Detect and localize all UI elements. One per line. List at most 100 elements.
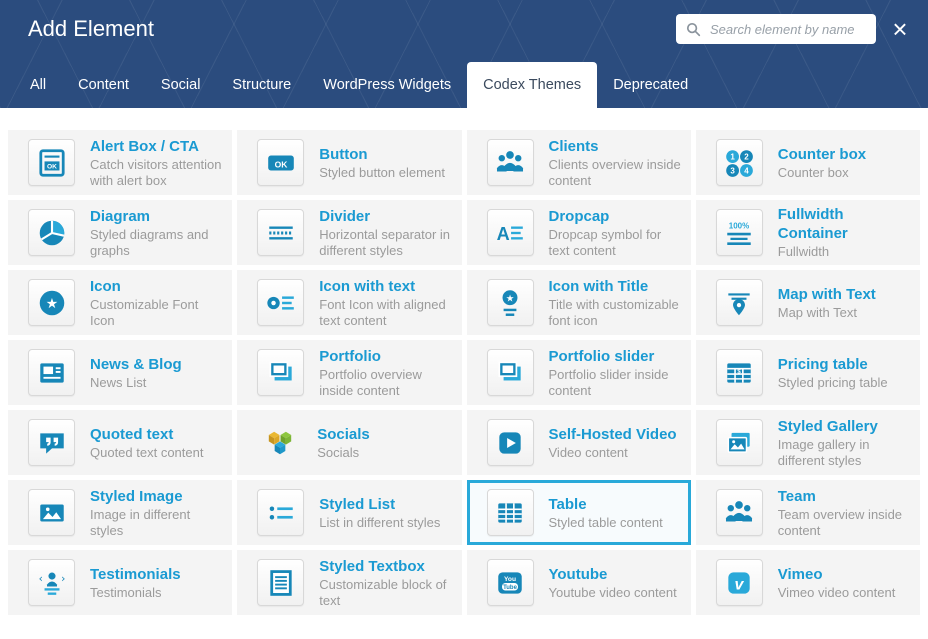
element-title: Clients <box>549 137 685 156</box>
element-title: Table <box>549 495 663 514</box>
element-title: Styled Image <box>90 487 226 506</box>
element-title: Self-Hosted Video <box>549 425 677 444</box>
element-description: Font Icon with aligned text content <box>319 297 455 329</box>
element-card-text: Map with TextMap with Text <box>778 285 882 321</box>
element-card-counter-box[interactable]: 1234Counter boxCounter box <box>696 130 920 195</box>
element-title: Icon with Title <box>549 277 685 296</box>
element-card-text: News & BlogNews List <box>90 355 188 391</box>
element-card-icon[interactable]: ★IconCustomizable Font Icon <box>8 270 232 335</box>
element-card-self-hosted-video[interactable]: Self-Hosted VideoVideo content <box>467 410 691 475</box>
element-card-pricing-table[interactable]: $Pricing tableStyled pricing table <box>696 340 920 405</box>
icon-with-title-icon: ★ <box>487 279 534 326</box>
element-card-news-blog[interactable]: News & BlogNews List <box>8 340 232 405</box>
tab-deprecated[interactable]: Deprecated <box>597 62 704 108</box>
element-title: Youtube <box>549 565 677 584</box>
socials-cubes-icon <box>257 420 302 465</box>
tab-bar: AllContentSocialStructureWordPress Widge… <box>14 62 704 108</box>
element-card-icon-with-title[interactable]: ★ Icon with TitleTitle with customizable… <box>467 270 691 335</box>
element-description: Customizable Font Icon <box>90 297 226 329</box>
element-title: Dropcap <box>549 207 685 226</box>
tab-wordpress-widgets[interactable]: WordPress Widgets <box>307 62 467 108</box>
element-description: Quoted text content <box>90 445 203 461</box>
tab-codex-themes[interactable]: Codex Themes <box>467 62 597 108</box>
element-title: Team <box>778 487 914 506</box>
play-button-icon <box>487 419 534 466</box>
element-description: Styled diagrams and graphs <box>90 227 226 259</box>
vimeo-logo-icon: v <box>716 559 763 606</box>
close-icon[interactable]: × <box>884 13 916 45</box>
svg-text:A: A <box>497 223 510 243</box>
element-title: Icon with text <box>319 277 455 296</box>
element-description: Vimeo video content <box>778 585 896 601</box>
element-card-text: ClientsClients overview inside content <box>549 137 691 189</box>
dropcap-letter-icon: A <box>487 209 534 256</box>
svg-text:100%: 100% <box>729 221 749 230</box>
svg-text:›: › <box>61 571 65 584</box>
svg-text:‹: ‹ <box>38 571 42 584</box>
element-card-portfolio-slider[interactable]: Portfolio sliderPortfolio slider inside … <box>467 340 691 405</box>
svg-text:1: 1 <box>731 152 736 161</box>
element-description: Socials <box>317 445 370 461</box>
element-card-testimonials[interactable]: ‹›TestimonialsTestimonials <box>8 550 232 615</box>
element-card-text: DropcapDropcap symbol for text content <box>549 207 691 259</box>
element-title: Button <box>319 145 445 164</box>
element-card-diagram[interactable]: DiagramStyled diagrams and graphs <box>8 200 232 265</box>
element-description: Youtube video content <box>549 585 677 601</box>
element-description: News List <box>90 375 182 391</box>
counter-numbers-icon: 1234 <box>716 139 763 186</box>
element-card-text: ButtonStyled button element <box>319 145 451 181</box>
element-description: Fullwidth <box>778 244 914 260</box>
search-icon <box>686 22 701 37</box>
element-description: Image gallery in different styles <box>778 437 914 469</box>
element-card-styled-gallery[interactable]: Styled GalleryImage gallery in different… <box>696 410 920 475</box>
svg-text:★: ★ <box>506 293 515 304</box>
element-card-button[interactable]: OKButtonStyled button element <box>237 130 461 195</box>
element-card-quoted-text[interactable]: Quoted textQuoted text content <box>8 410 232 475</box>
bullet-list-icon <box>257 489 304 536</box>
svg-text:Tube: Tube <box>503 584 517 590</box>
element-card-text: Styled ListList in different styles <box>319 495 446 531</box>
tab-content[interactable]: Content <box>62 62 145 108</box>
element-card-fullwidth-container[interactable]: 100% Fullwidth ContainerFullwidth <box>696 200 920 265</box>
tab-social[interactable]: Social <box>145 62 217 108</box>
element-card-styled-list[interactable]: Styled ListList in different styles <box>237 480 461 545</box>
element-title: Alert Box / CTA <box>90 137 226 156</box>
tab-all[interactable]: All <box>14 62 62 108</box>
element-title: Styled List <box>319 495 440 514</box>
element-card-divider[interactable]: DividerHorizontal separator in different… <box>237 200 461 265</box>
element-card-map-with-text[interactable]: Map with TextMap with Text <box>696 270 920 335</box>
tab-structure[interactable]: Structure <box>216 62 307 108</box>
clients-group-icon <box>487 139 534 186</box>
element-title: Pricing table <box>778 355 888 374</box>
element-card-table[interactable]: TableStyled table content <box>467 480 691 545</box>
element-card-vimeo[interactable]: vVimeoVimeo video content <box>696 550 920 615</box>
newspaper-icon <box>28 349 75 396</box>
element-card-team[interactable]: TeamTeam overview inside content <box>696 480 920 545</box>
element-title: News & Blog <box>90 355 182 374</box>
element-card-text: Quoted textQuoted text content <box>90 425 209 461</box>
element-description: List in different styles <box>319 515 440 531</box>
quote-bubble-icon <box>28 419 75 466</box>
team-group-icon <box>716 489 763 536</box>
element-title: Map with Text <box>778 285 876 304</box>
element-description: Title with customizable font icon <box>549 297 685 329</box>
image-photo-icon <box>28 489 75 536</box>
element-card-portfolio[interactable]: PortfolioPortfolio overview inside conte… <box>237 340 461 405</box>
element-title: Divider <box>319 207 455 226</box>
element-card-icon-with-text[interactable]: Icon with textFont Icon with aligned tex… <box>237 270 461 335</box>
element-card-dropcap[interactable]: A DropcapDropcap symbol for text content <box>467 200 691 265</box>
search-input[interactable] <box>708 21 866 38</box>
element-description: Portfolio overview inside content <box>319 367 455 399</box>
element-card-alert-box-cta[interactable]: OKAlert Box / CTACatch visitors attentio… <box>8 130 232 195</box>
element-card-socials[interactable]: SocialsSocials <box>237 410 461 475</box>
element-description: Map with Text <box>778 305 876 321</box>
element-card-styled-image[interactable]: Styled ImageImage in different styles <box>8 480 232 545</box>
svg-text:3: 3 <box>731 166 736 175</box>
element-card-clients[interactable]: ClientsClients overview inside content <box>467 130 691 195</box>
element-description: Styled button element <box>319 165 445 181</box>
search-box <box>676 14 876 44</box>
element-card-text: SocialsSocials <box>317 425 376 461</box>
element-card-text: Styled ImageImage in different styles <box>90 487 232 539</box>
element-card-youtube[interactable]: You TubeYoutubeYoutube video content <box>467 550 691 615</box>
element-card-styled-textbox[interactable]: Styled TextboxCustomizable block of text <box>237 550 461 615</box>
